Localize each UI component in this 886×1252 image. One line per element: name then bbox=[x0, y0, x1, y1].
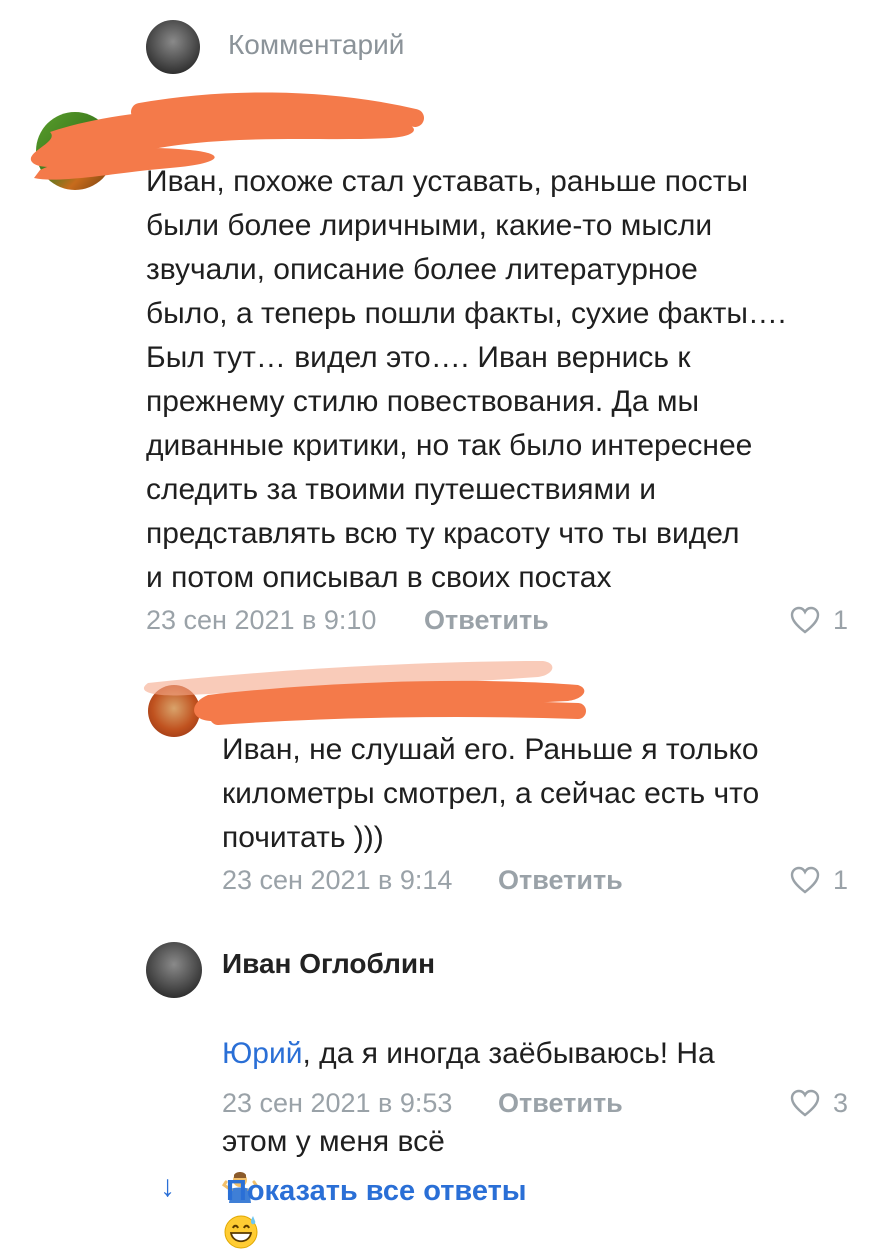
grinning-sweat-emoji bbox=[224, 1215, 258, 1249]
comment-text-part: , да я иногда заёбываюсь! На bbox=[302, 1037, 715, 1070]
like-count: 1 bbox=[833, 605, 849, 635]
comment-text-part: этом у меня всё bbox=[222, 1125, 445, 1158]
user-avatar bbox=[146, 20, 200, 74]
comment-input[interactable]: Комментарий bbox=[228, 28, 404, 62]
redaction-scribble bbox=[143, 661, 586, 725]
comment-text: Иван, похоже стал уставать, раньше посты… bbox=[146, 165, 787, 594]
avatar[interactable] bbox=[146, 942, 202, 998]
like-count: 1 bbox=[833, 865, 849, 895]
comment-date: 23 сен 2021 в 9:10 bbox=[146, 605, 377, 635]
mention-link[interactable]: Юрий bbox=[222, 1037, 303, 1070]
heart-icon[interactable] bbox=[790, 606, 820, 634]
like-count: 3 bbox=[833, 1088, 849, 1118]
author-name[interactable]: Иван Оглоблин bbox=[222, 946, 435, 982]
comment-date: 23 сен 2021 в 9:14 bbox=[222, 865, 453, 895]
comment-text: Иван, не слушай его. Раньше я только кил… bbox=[222, 733, 760, 854]
show-all-replies-link[interactable]: Показать все ответы bbox=[226, 1174, 527, 1208]
reply-button[interactable]: Ответить bbox=[498, 1086, 623, 1120]
reply-button[interactable]: Ответить bbox=[498, 863, 623, 897]
comment-date: 23 сен 2021 в 9:53 bbox=[222, 1088, 453, 1118]
arrow-down-icon[interactable]: ↓ bbox=[160, 1170, 175, 1204]
comment-text: Юрий, да я иногда заёбываюсь! На этом у … bbox=[222, 988, 862, 1252]
heart-icon[interactable] bbox=[790, 866, 820, 894]
reply-button[interactable]: Ответить bbox=[424, 603, 549, 637]
heart-icon[interactable] bbox=[790, 1089, 820, 1117]
